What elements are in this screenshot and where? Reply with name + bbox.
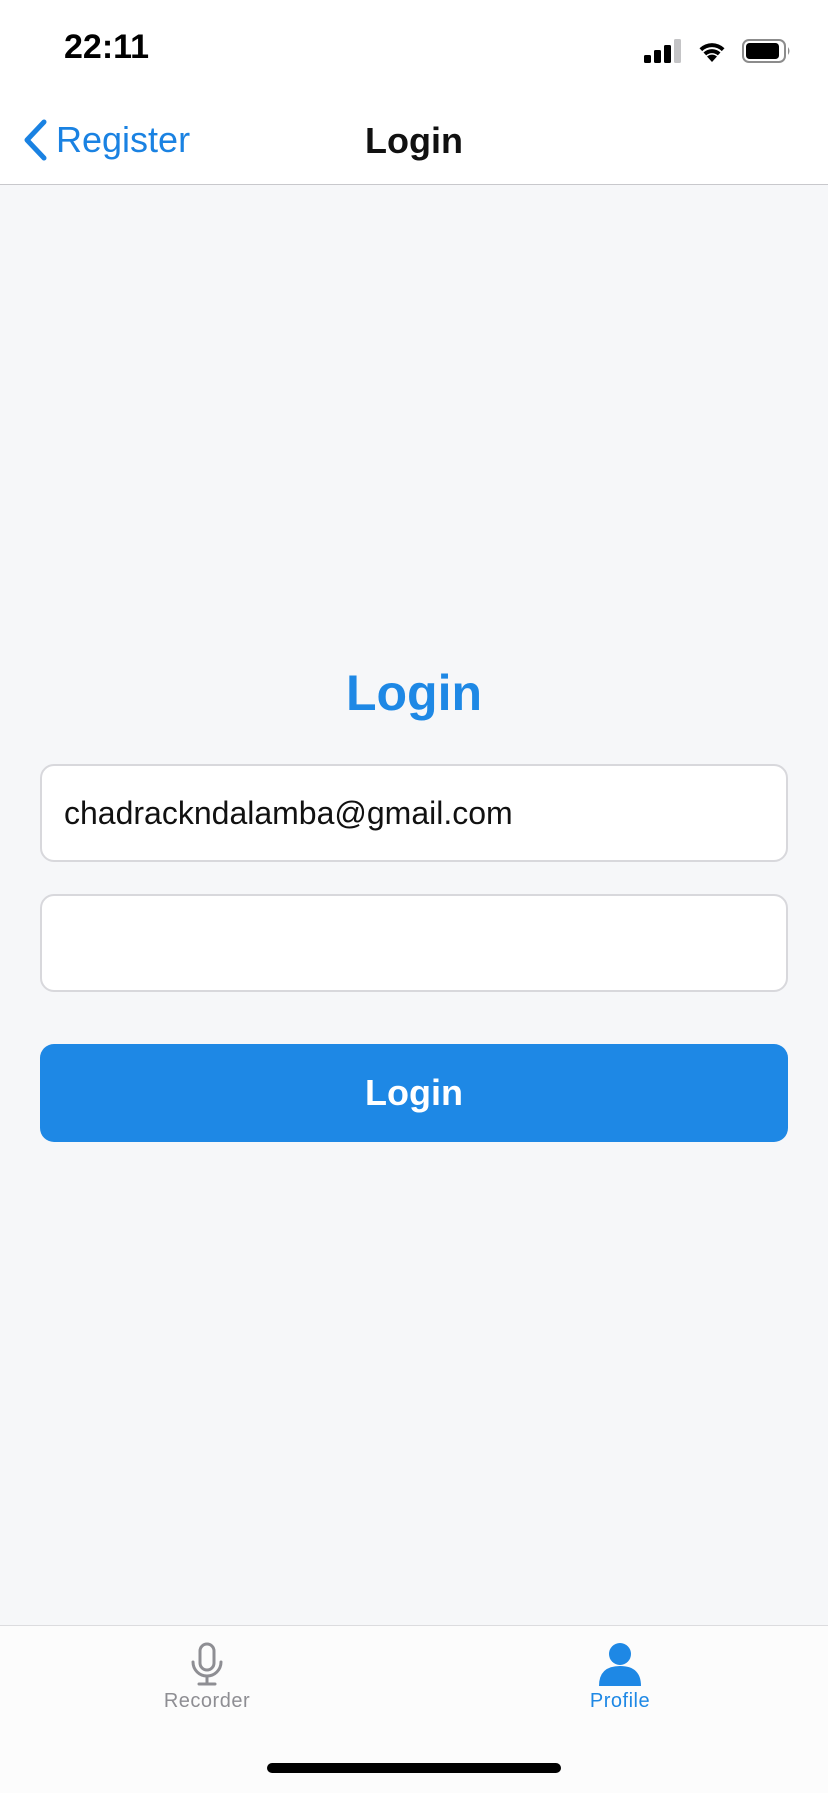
email-field[interactable] (40, 764, 788, 862)
tab-recorder-label: Recorder (163, 1690, 251, 1712)
cellular-signal-icon (644, 39, 681, 63)
email-input[interactable] (62, 793, 766, 833)
tab-recorder[interactable]: Recorder (117, 1642, 297, 1713)
home-indicator (267, 1763, 561, 1773)
microphone-icon (191, 1642, 223, 1686)
person-icon (599, 1643, 641, 1686)
password-field[interactable] (40, 894, 788, 992)
navigation-bar: Register Login (0, 96, 828, 185)
status-time: 22:11 (64, 28, 150, 66)
battery-icon (742, 39, 790, 63)
status-bar: 22:11 (0, 0, 828, 96)
nav-title: Login (365, 120, 463, 161)
tab-profile[interactable]: Profile (530, 1642, 710, 1713)
password-input[interactable] (62, 923, 766, 963)
wifi-icon (699, 43, 725, 62)
status-icons (644, 36, 792, 66)
login-heading: Login (345, 665, 483, 721)
login-button[interactable]: Login (40, 1044, 788, 1142)
tab-profile-label: Profile (589, 1690, 651, 1712)
